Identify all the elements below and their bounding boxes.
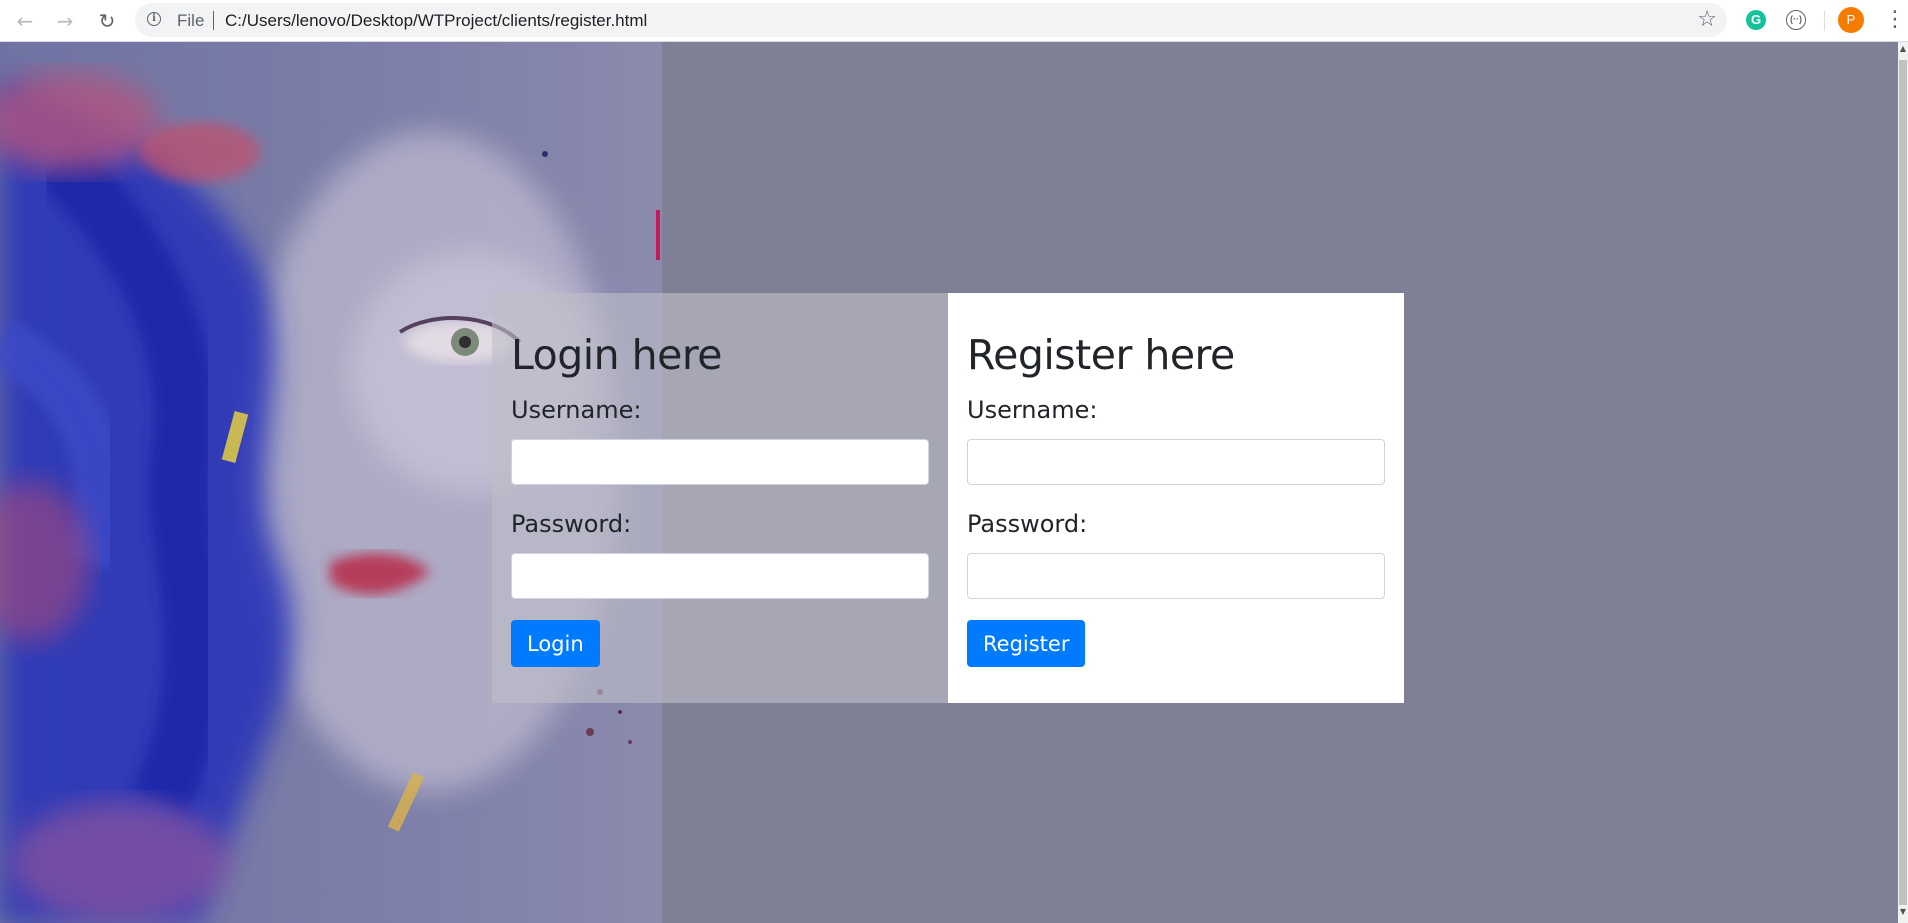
back-arrow-icon[interactable]: ← xyxy=(10,6,40,36)
register-button[interactable]: Register xyxy=(967,620,1086,667)
register-password-input[interactable] xyxy=(967,553,1385,599)
scroll-up-icon[interactable]: ▲ xyxy=(1898,44,1908,58)
toolbar-divider xyxy=(1824,11,1825,31)
login-panel: Login here Username: Password: Login xyxy=(492,293,948,703)
star-icon[interactable]: ☆ xyxy=(1697,7,1717,32)
url-text[interactable]: C:/Users/lenovo/Desktop/WTProject/client… xyxy=(225,11,647,31)
scrollbar-thumb[interactable] xyxy=(1899,60,1907,905)
register-username-label: Username: xyxy=(967,396,1098,424)
login-title: Login here xyxy=(511,331,723,379)
register-password-label: Password: xyxy=(967,510,1088,538)
browser-toolbar: ← → ↻ i File C:/Users/lenovo/Desktop/WTP… xyxy=(0,0,1908,42)
login-password-input[interactable] xyxy=(511,553,929,599)
scheme-separator xyxy=(213,11,214,30)
extension-icon[interactable]: (··) xyxy=(1786,10,1806,30)
page-viewport: Login here Username: Password: Login Reg… xyxy=(0,42,1898,923)
scheme-label: File xyxy=(177,11,205,30)
profile-avatar[interactable]: P xyxy=(1838,7,1864,33)
forward-arrow-icon[interactable]: → xyxy=(50,6,80,36)
vertical-scrollbar[interactable]: ▲ ▼ xyxy=(1898,42,1908,923)
info-icon[interactable]: i xyxy=(147,12,161,26)
register-username-input[interactable] xyxy=(967,439,1385,485)
address-bar[interactable]: i File C:/Users/lenovo/Desktop/WTProject… xyxy=(135,3,1727,37)
vertical-dots-icon[interactable]: ⋮ xyxy=(1884,6,1906,34)
register-title: Register here xyxy=(967,331,1235,379)
scroll-down-icon[interactable]: ▼ xyxy=(1898,907,1908,921)
login-username-label: Username: xyxy=(511,396,642,424)
register-panel: Register here Username: Password: Regist… xyxy=(948,293,1404,703)
login-button[interactable]: Login xyxy=(511,620,600,667)
login-username-input[interactable] xyxy=(511,439,929,485)
login-password-label: Password: xyxy=(511,510,632,538)
reload-icon[interactable]: ↻ xyxy=(92,6,122,36)
grammarly-extension-icon[interactable]: G xyxy=(1746,10,1766,30)
